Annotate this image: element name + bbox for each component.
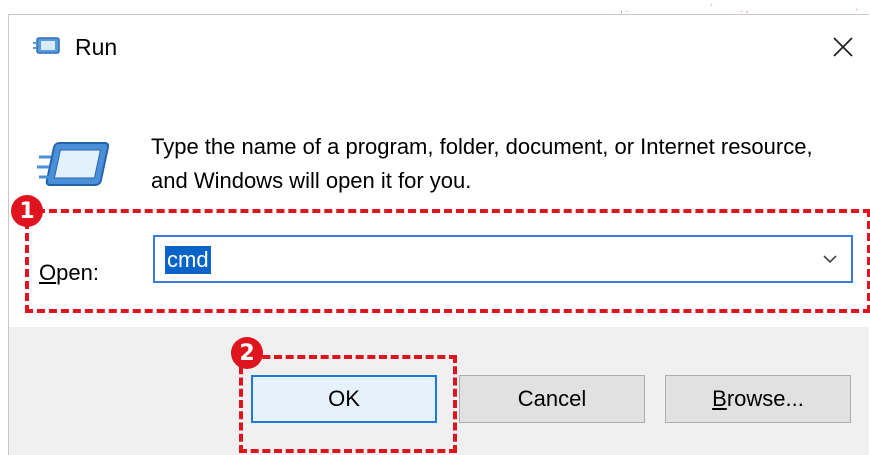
title-bar: Run	[9, 15, 869, 79]
step-badge-1: 1	[11, 195, 43, 227]
dialog-description: Type the name of a program, folder, docu…	[151, 134, 813, 193]
run-dialog: Run Type the name of a program, folder, …	[8, 14, 870, 455]
close-icon	[833, 37, 853, 57]
step-badge-2: 2	[231, 337, 263, 369]
run-program-icon	[37, 142, 109, 186]
background-artifacts: , . ´. , ·	[620, 4, 859, 14]
annotation-highlight-open-field	[25, 209, 870, 313]
browse-button[interactable]: Browse...	[665, 375, 851, 423]
cancel-button[interactable]: Cancel	[459, 375, 645, 423]
cancel-button-label: Cancel	[517, 386, 587, 411]
run-icon	[33, 37, 60, 54]
browse-mnemonic: B	[712, 386, 727, 411]
annotation-highlight-ok-button	[239, 355, 457, 453]
window-title: Run	[75, 34, 118, 60]
close-button[interactable]	[821, 25, 865, 69]
browse-button-label: rowse...	[726, 386, 804, 411]
